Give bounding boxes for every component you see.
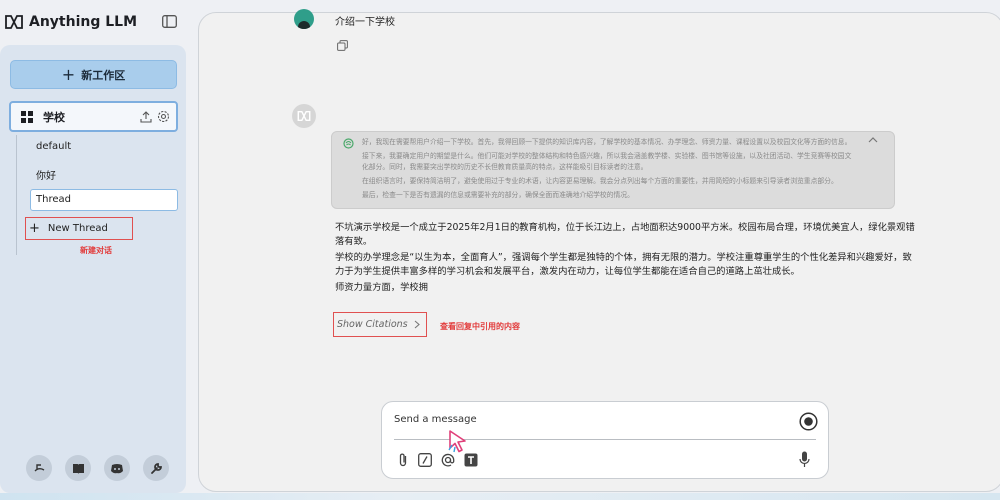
thinking-paragraph: 好，我现在需要帮用户介绍一下学校。首先，我得回顾一下提供的知识库内容，了解学校的… xyxy=(362,138,852,146)
discord-icon[interactable] xyxy=(104,455,130,481)
text-format-icon[interactable] xyxy=(464,453,478,467)
thread-item-thread[interactable]: Thread xyxy=(30,189,178,211)
answer-paragraph: 学校的办学理念是“以生为本，全面育人”，强调每个学生都是独特的个体，拥有无限的潜… xyxy=(335,251,912,277)
thinking-paragraph: 最后，检查一下是否有遗漏的信息或需要补充的部分，确保全面而准确地介绍学校的情况。 xyxy=(362,190,634,199)
settings-wrench-icon[interactable] xyxy=(143,455,169,481)
plus-icon: + xyxy=(61,64,76,84)
mouse-cursor-icon xyxy=(448,430,466,453)
user-avatar xyxy=(294,9,314,29)
answer-paragraph: 师资力量方面，学校拥 xyxy=(335,281,428,293)
show-citations-button[interactable]: Show Citations xyxy=(333,312,427,337)
brand-name: Anything LLM xyxy=(29,14,138,30)
chevron-up-icon[interactable] xyxy=(868,136,878,144)
thread-item-default[interactable]: default xyxy=(36,141,71,152)
brain-icon xyxy=(343,138,354,149)
docs-book-icon[interactable] xyxy=(65,455,91,481)
copy-icon[interactable] xyxy=(337,40,348,51)
sidebar-toggle-icon xyxy=(161,14,177,28)
sidebar-footer xyxy=(26,455,169,481)
answer-paragraph: 不坑演示学校是一个成立于2025年2月1日的教育机构，位于长江边上，占地面积达9… xyxy=(335,222,915,247)
new-workspace-button[interactable]: + 新工作区 xyxy=(10,60,177,89)
microphone-icon xyxy=(799,451,810,467)
workspace-grid-icon xyxy=(21,110,33,123)
community-hub-icon[interactable] xyxy=(26,455,52,481)
message-input[interactable] xyxy=(394,410,774,428)
thread-item-nihao[interactable]: 你好 xyxy=(36,167,56,182)
sidebar-toggle-button[interactable] xyxy=(160,12,178,30)
workspace-name: 学校 xyxy=(43,110,65,124)
upload-icon[interactable] xyxy=(140,110,152,123)
new-thread-label: New Thread xyxy=(47,223,108,234)
user-message: 介绍一下学校 xyxy=(335,17,395,28)
thread-tree-line xyxy=(16,135,17,255)
brand-logo: Anything LLM xyxy=(5,11,137,33)
slash-command-icon[interactable] xyxy=(418,453,432,467)
citations-annotation: 查看回复中引用的内容 xyxy=(440,322,520,331)
stop-button[interactable] xyxy=(799,412,818,435)
paperclip-icon[interactable] xyxy=(397,452,409,468)
workspace-item[interactable]: 学校 xyxy=(9,101,178,132)
anythingllm-logo-icon xyxy=(297,111,311,121)
thinking-panel: 好，我现在需要帮用户介绍一下学校。首先，我得回顾一下提供的知识库内容，了解学校的… xyxy=(331,131,895,209)
new-workspace-label: 新工作区 xyxy=(81,68,126,82)
sidebar: + 新工作区 学校 default 你好 Thread + New Thread… xyxy=(0,45,186,493)
new-thread-button[interactable]: + New Thread xyxy=(25,217,133,240)
gear-icon[interactable] xyxy=(157,110,170,123)
plus-icon: + xyxy=(29,221,40,236)
at-mention-icon[interactable] xyxy=(441,453,455,467)
assistant-answer: 不坑演示学校是一个成立于2025年2月1日的教育机构，位于长江边上，占地面积达9… xyxy=(335,221,915,297)
new-thread-annotation: 新建对话 xyxy=(80,246,112,255)
assistant-avatar xyxy=(292,104,316,128)
stop-circle-icon xyxy=(799,412,818,431)
chevron-right-icon xyxy=(414,320,420,329)
show-citations-label: Show Citations xyxy=(337,319,408,330)
composer-tools xyxy=(397,452,478,468)
chat-panel: 介绍一下学校 好，我现在需要帮用户介绍一下学校。首先，我得回顾一下提供的知识库内… xyxy=(198,9,1000,492)
thinking-paragraph: 接下来，我要确定用户的期望是什么。他们可能对学校的整体结构和特色感兴趣，所以我会… xyxy=(362,151,852,171)
thinking-paragraph: 在组织语言时，要保持简洁明了，避免使用过于专业的术语，让内容更易理解。我会分点列… xyxy=(362,176,838,185)
anythingllm-logo-icon xyxy=(5,15,23,29)
microphone-button[interactable] xyxy=(799,451,810,472)
bottom-decoration xyxy=(0,493,1000,500)
